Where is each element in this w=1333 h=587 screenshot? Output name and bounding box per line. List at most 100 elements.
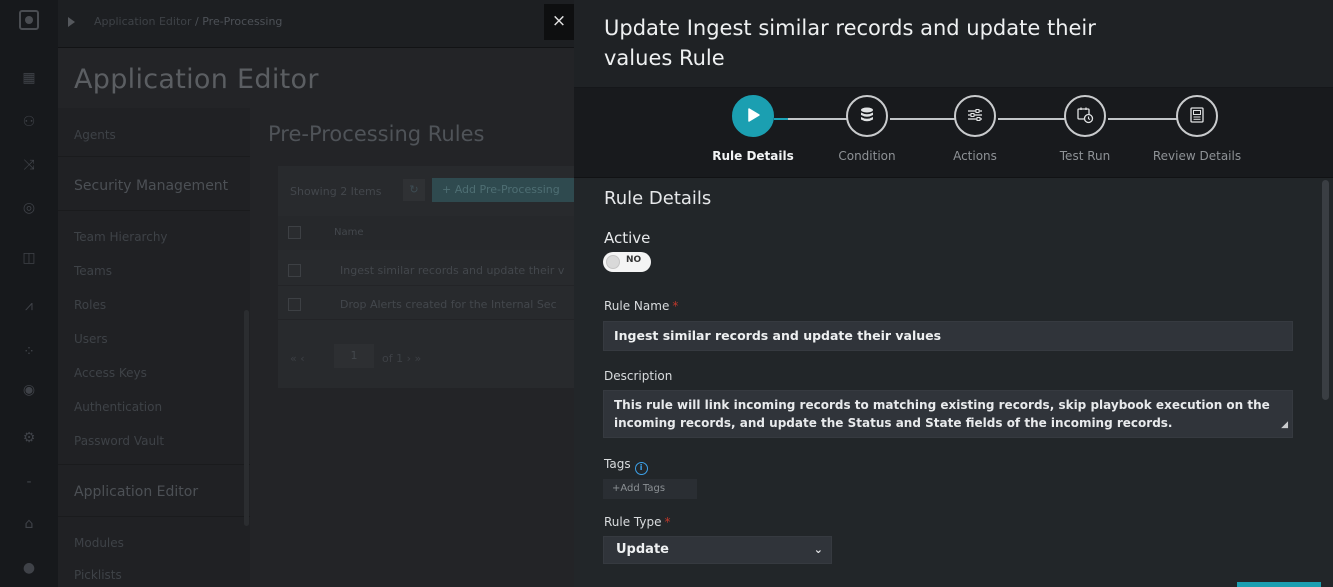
divider-icon: - [26, 474, 32, 490]
step-label-review-details[interactable]: Review Details [1142, 149, 1252, 163]
step-connector [890, 118, 956, 120]
team-icon[interactable]: ⚇ [19, 112, 39, 132]
step-connector [998, 118, 1066, 120]
step-label-actions[interactable]: Actions [920, 149, 1030, 163]
sidenav-item-roles[interactable]: Roles [74, 298, 106, 312]
pager-prev[interactable]: « ‹ [290, 352, 305, 365]
dashboard-icon[interactable]: ▦ [19, 68, 39, 88]
add-pre-processing-button[interactable]: + Add Pre-Processing [432, 178, 574, 202]
rule-name-input[interactable]: Ingest similar records and update their … [603, 321, 1293, 351]
sidenav-item-teams[interactable]: Teams [74, 264, 112, 278]
row-checkbox[interactable] [288, 298, 301, 311]
background-app: Application Editor Agents Security Manag… [58, 48, 574, 587]
page-number-input[interactable]: 1 [334, 344, 374, 368]
sliders-icon [968, 109, 982, 121]
description-label: Description [604, 369, 673, 383]
row-checkbox[interactable] [288, 264, 301, 277]
expand-icon[interactable] [68, 17, 75, 27]
info-icon[interactable]: i [634, 462, 648, 475]
settings-icon[interactable]: ⚙ [19, 428, 39, 448]
drawer-scrollbar[interactable] [1322, 180, 1329, 400]
step-label-condition[interactable]: Condition [812, 149, 922, 163]
close-icon[interactable]: × [544, 4, 574, 40]
sidenav-divider [58, 156, 250, 157]
rule-name-label: Rule Name * [604, 299, 678, 313]
sidenav-scrollbar[interactable] [244, 310, 249, 526]
step-connector [788, 118, 848, 120]
refresh-icon[interactable]: ↻ [403, 179, 425, 201]
step-connector [1108, 118, 1178, 120]
step-actions[interactable] [954, 95, 996, 137]
description-text: This rule will link incoming records to … [614, 398, 1270, 430]
rule-type-value: Update [616, 542, 669, 557]
chevron-down-icon: ⌄ [813, 543, 823, 556]
pager-next[interactable]: of 1 › » [382, 352, 421, 365]
required-marker: * [664, 515, 671, 529]
table-row[interactable]: Ingest similar records and update their … [278, 252, 574, 286]
tags-label-text: Tags [604, 457, 631, 471]
sidenav-item-team-hierarchy[interactable]: Team Hierarchy [74, 230, 168, 244]
resize-handle-icon[interactable]: ◢ [1281, 416, 1288, 434]
wizard-stepper [574, 88, 1333, 178]
drawer-header: Update Ingest similar records and update… [574, 0, 1333, 88]
step-label-test-run[interactable]: Test Run [1030, 149, 1140, 163]
page-title: Application Editor [74, 64, 319, 95]
select-all-checkbox[interactable] [288, 226, 301, 239]
sidenav-divider [58, 464, 250, 465]
column-header-name[interactable]: Name [334, 227, 364, 238]
calendar-clock-icon [1077, 107, 1094, 124]
bolt-icon[interactable]: ◎ [19, 198, 39, 218]
description-textarea[interactable]: This rule will link incoming records to … [603, 390, 1293, 438]
sidenav-item-modules[interactable]: Modules [74, 536, 124, 550]
database-icon [861, 107, 873, 122]
user-icon[interactable]: ● [19, 558, 39, 578]
sidenav-item-users[interactable]: Users [74, 332, 108, 346]
step-condition[interactable] [846, 95, 888, 137]
shield-icon[interactable]: ◉ [19, 380, 39, 400]
app-root: ▦ ⚇ ⤨ ◎ ◫ ⩘ ⁘ ◉ ⚙ - ⌂ ● Application Edit… [0, 0, 1333, 587]
trash-icon[interactable]: ⌂ [19, 514, 39, 534]
sidenav-item-password-vault[interactable]: Password Vault [74, 434, 164, 448]
next-button[interactable] [1237, 582, 1321, 587]
rule-drawer: Update Ingest similar records and update… [574, 0, 1333, 587]
active-toggle[interactable]: NO [603, 252, 651, 272]
sidenav-divider [58, 516, 250, 517]
breadcrumb-separator: / [191, 15, 203, 28]
tags-input[interactable]: +Add Tags [603, 479, 697, 499]
sidenav-heading-security: Security Management [74, 178, 229, 194]
required-marker: * [672, 299, 679, 313]
toggle-knob [606, 255, 620, 269]
rules-grid: Showing 2 Items ↻ + Add Pre-Processing N… [278, 166, 574, 388]
sidenav-divider [58, 210, 250, 211]
step-connector [774, 118, 788, 120]
breadcrumb-app-editor[interactable]: Application Editor [94, 15, 192, 28]
rule-type-label-text: Rule Type [604, 515, 662, 529]
grid-header: Name [278, 216, 574, 250]
breadcrumb-pre-processing: Pre-Processing [202, 15, 283, 28]
step-review-details[interactable] [1176, 95, 1218, 137]
breadcrumb: Application Editor / Pre-Processing [94, 15, 282, 28]
chart-icon[interactable]: ⩘ [19, 296, 39, 316]
briefcase-icon[interactable]: ◫ [19, 248, 39, 268]
step-label-rule-details[interactable]: Rule Details [698, 149, 808, 163]
play-icon [748, 108, 760, 122]
row-name: Ingest similar records and update their … [340, 264, 565, 277]
settings-sidenav: Agents Security Management Team Hierarch… [58, 108, 250, 587]
rule-type-select[interactable]: Update ⌄ [603, 536, 832, 564]
apps-icon[interactable]: ⁘ [19, 342, 39, 362]
active-label: Active [604, 229, 651, 247]
row-name: Drop Alerts created for the Internal Sec [340, 298, 557, 311]
drawer-title: Update Ingest similar records and update… [604, 16, 1096, 70]
step-rule-details[interactable] [732, 95, 774, 137]
sidenav-item-picklists[interactable]: Picklists [74, 568, 122, 582]
sidenav-item-access-keys[interactable]: Access Keys [74, 366, 147, 380]
step-test-run[interactable] [1064, 95, 1106, 137]
shuffle-icon[interactable]: ⤨ [19, 155, 39, 175]
sidenav-item-agents[interactable]: Agents [74, 128, 116, 142]
review-icon [1190, 107, 1204, 123]
sidenav-heading-app-editor: Application Editor [74, 484, 199, 500]
logo-icon[interactable] [19, 10, 39, 30]
table-row[interactable]: Drop Alerts created for the Internal Sec [278, 286, 574, 320]
top-bar: Application Editor / Pre-Processing [58, 0, 574, 48]
sidenav-item-authentication[interactable]: Authentication [74, 400, 162, 414]
